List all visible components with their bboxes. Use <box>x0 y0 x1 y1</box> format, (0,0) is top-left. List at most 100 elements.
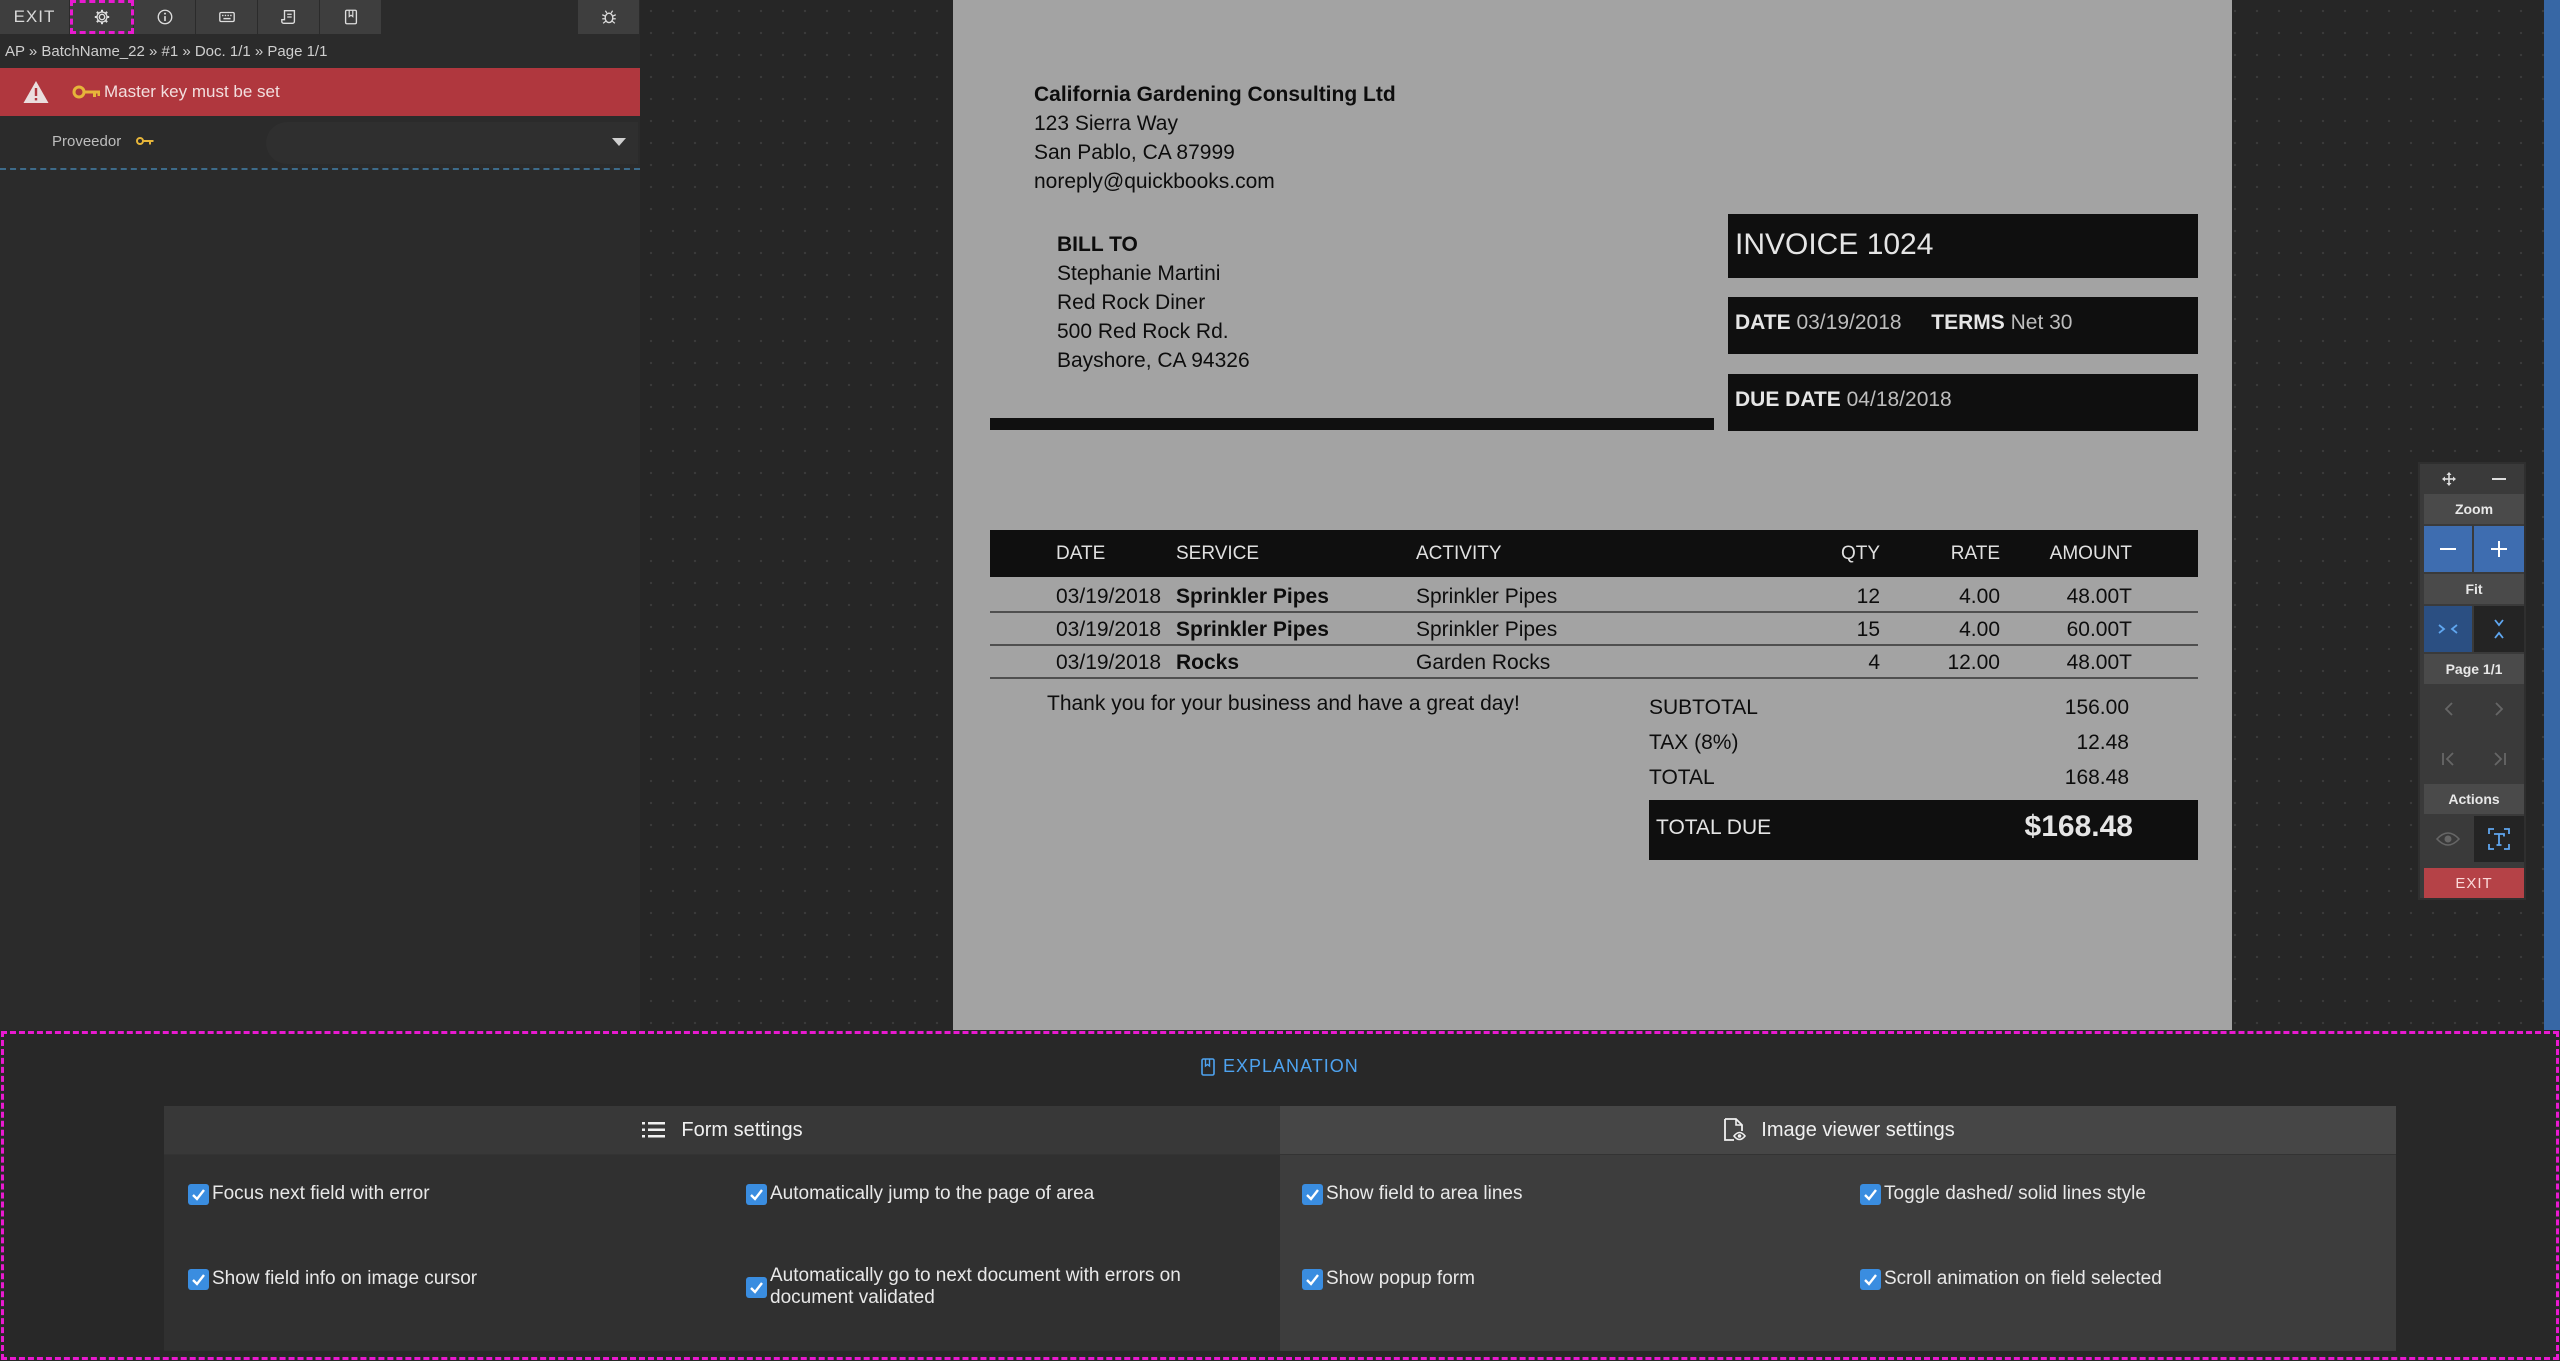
option-label: Focus next field with error <box>212 1183 430 1204</box>
col-rate: RATE <box>1950 543 2000 564</box>
bookmark-icon <box>1201 1057 1215 1076</box>
last-page-icon <box>2494 752 2506 766</box>
checkbox[interactable] <box>1860 1183 1881 1205</box>
cell-amount: 48.00T <box>2066 585 2132 608</box>
scroll-button[interactable] <box>258 0 320 34</box>
option-label: Automatically jump to the page of area <box>770 1183 1095 1204</box>
settings-button[interactable] <box>70 0 134 34</box>
info-icon <box>157 9 172 25</box>
cell-qty: 4 <box>1868 651 1880 674</box>
total-value: 168.48 <box>2064 766 2129 789</box>
col-amount: AMOUNT <box>2049 543 2132 564</box>
plus-icon <box>2491 541 2507 557</box>
explanation-link[interactable]: EXPLANATION <box>1201 1056 1359 1077</box>
cell-service: Sprinkler Pipes <box>1176 585 1329 608</box>
page-nav-row <box>2424 686 2524 732</box>
field-label: Proveedor <box>52 133 122 150</box>
subtotal-label: SUBTOTAL <box>1649 696 1758 719</box>
alert-text: Master key must be set <box>104 82 280 101</box>
move-handle[interactable] <box>2424 468 2474 490</box>
col-date: DATE <box>1056 543 1106 564</box>
form-settings-header: Form settings <box>164 1106 1280 1155</box>
checkbox[interactable] <box>188 1183 209 1205</box>
zoom-label: Zoom <box>2424 494 2524 524</box>
cell-rate: 4.00 <box>1959 585 2000 608</box>
move-icon <box>2442 472 2456 486</box>
option-show-popup[interactable]: Show popup form <box>1302 1268 1475 1290</box>
zoom-in-button[interactable] <box>2474 526 2524 572</box>
viewer-exit-button[interactable]: EXIT <box>2424 868 2524 898</box>
form-settings-title: Form settings <box>681 1118 803 1141</box>
info-button[interactable] <box>134 0 196 34</box>
checkbox[interactable] <box>746 1276 767 1298</box>
zoom-row <box>2424 526 2524 572</box>
controls-top-row <box>2424 468 2524 490</box>
viewer-scrollbar[interactable] <box>2544 0 2560 1030</box>
cell-qty: 15 <box>1856 618 1880 641</box>
total-label: TOTAL <box>1649 766 1715 789</box>
cell-rate: 12.00 <box>1947 651 2000 674</box>
bug-icon <box>601 10 616 24</box>
company-name: California Gardening Consulting Ltd <box>1034 83 1396 106</box>
key-icon <box>136 137 154 145</box>
company-address2: San Pablo, CA 87999 <box>1034 141 1235 164</box>
total-due-label: TOTAL DUE <box>1656 816 1772 839</box>
zoom-out-button[interactable] <box>2424 526 2474 572</box>
check-icon <box>1306 1273 1319 1286</box>
last-page-button[interactable] <box>2474 736 2524 782</box>
image-settings-title: Image viewer settings <box>1761 1118 1955 1141</box>
option-auto-next-doc[interactable]: Automatically go to next document with e… <box>746 1265 1216 1309</box>
toolbar: EXIT <box>0 0 640 34</box>
invoice-page[interactable]: California Gardening Consulting Ltd 123 … <box>953 0 2232 1030</box>
tax-label: TAX (8%) <box>1649 731 1739 754</box>
check-icon <box>750 1281 763 1294</box>
page-jump-row <box>2424 736 2524 782</box>
cell-amount: 60.00T <box>2066 618 2132 641</box>
fit-height-button[interactable] <box>2474 606 2524 652</box>
fit-width-button[interactable] <box>2424 606 2474 652</box>
terms-label: TERMS <box>1931 311 2005 334</box>
billto-company: Red Rock Diner <box>1057 291 1206 314</box>
option-focus-next[interactable]: Focus next field with error <box>188 1183 430 1205</box>
prev-page-button[interactable] <box>2424 686 2474 732</box>
checkbox[interactable] <box>188 1268 209 1290</box>
cell-date: 03/19/2018 <box>1056 585 1162 608</box>
exit-button[interactable]: EXIT <box>0 0 70 34</box>
terms-value: Net 30 <box>2010 311 2073 334</box>
total-due-value: $168.48 <box>2024 810 2133 843</box>
company-address1: 123 Sierra Way <box>1034 112 1178 135</box>
keyboard-button[interactable] <box>196 0 258 34</box>
checkbox[interactable] <box>1302 1268 1323 1290</box>
option-show-field-info[interactable]: Show field info on image cursor <box>188 1268 477 1290</box>
col-service: SERVICE <box>1176 543 1260 564</box>
check-icon <box>1864 1188 1877 1201</box>
table-header: DATE SERVICE ACTIVITY QTY RATE AMOUNT <box>990 530 2198 577</box>
proveedor-select[interactable] <box>266 122 638 164</box>
debug-button[interactable] <box>578 0 640 34</box>
bookmark-icon <box>344 9 357 25</box>
checkbox[interactable] <box>746 1183 767 1205</box>
option-auto-jump[interactable]: Automatically jump to the page of area <box>746 1183 1094 1205</box>
cell-amount: 48.00T <box>2066 651 2132 674</box>
ocr-select-button[interactable] <box>2474 816 2524 862</box>
option-scroll-anim[interactable]: Scroll animation on field selected <box>1860 1268 2162 1290</box>
toolbar-spacer <box>382 0 578 34</box>
bookmark-button[interactable] <box>320 0 382 34</box>
option-toggle-dashed[interactable]: Toggle dashed/ solid lines style <box>1860 1183 2146 1205</box>
actions-label: Actions <box>2424 784 2524 814</box>
minimize-button[interactable] <box>2474 468 2524 490</box>
option-label: Automatically go to next document with e… <box>770 1265 1181 1308</box>
first-page-button[interactable] <box>2424 736 2474 782</box>
table-row: 03/19/2018 Rocks Garden Rocks 4 12.00 48… <box>990 646 2198 679</box>
divider <box>990 418 1714 430</box>
next-page-button[interactable] <box>2474 686 2524 732</box>
billto-address1: 500 Red Rock Rd. <box>1057 320 1229 343</box>
option-show-lines[interactable]: Show field to area lines <box>1302 1183 1522 1205</box>
checkbox[interactable] <box>1860 1268 1881 1290</box>
scroll-icon <box>280 10 295 24</box>
cell-qty: 12 <box>1856 585 1880 608</box>
billto-name: Stephanie Martini <box>1057 262 1221 285</box>
visibility-button[interactable] <box>2424 816 2474 862</box>
checkbox[interactable] <box>1302 1183 1323 1205</box>
date-value: 03/19/2018 <box>1796 311 1902 334</box>
